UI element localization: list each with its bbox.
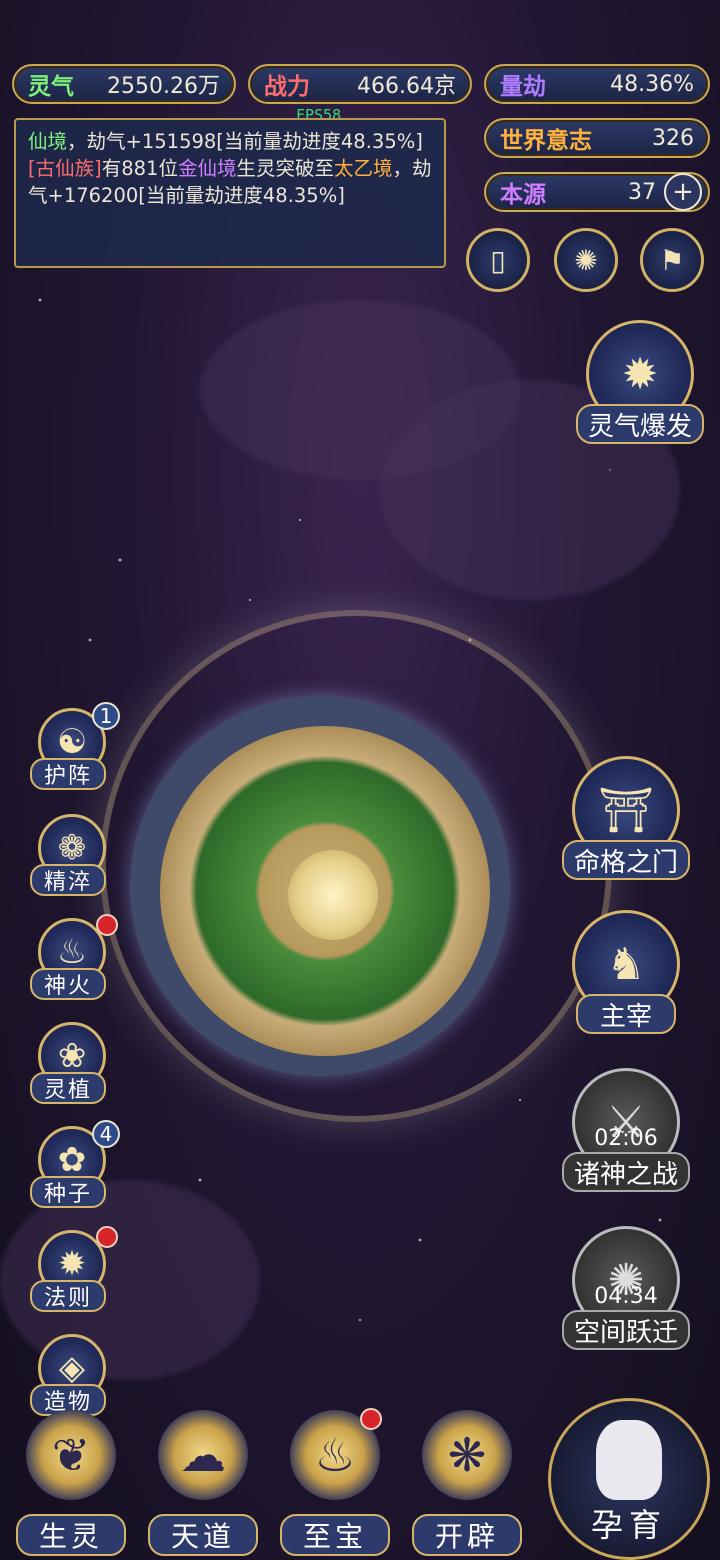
side-item-label: 精淬 (30, 864, 106, 896)
vortex-button[interactable]: ✺ (554, 228, 618, 292)
liangjie-value: 48.36% (610, 71, 694, 97)
side-item-shenhuo[interactable]: ♨ 神火 (30, 914, 118, 1018)
notification-dot (96, 1226, 118, 1248)
bottom-tab-kaipi[interactable]: ❋ 开辟 (408, 1410, 526, 1560)
burst-label: 灵气爆发 (576, 404, 704, 444)
liangjie-label: 量劫 (500, 74, 546, 100)
lingqi-label: 灵气 (28, 74, 74, 100)
log-realm: 仙境 (28, 130, 68, 153)
lingqi-resource: 灵气 2550.26万 (12, 64, 236, 104)
zhuzai-label: 主宰 (576, 994, 676, 1034)
space-jump-button[interactable]: ✺ 04:34 空间跃迁 (562, 1226, 692, 1356)
yunyu-button[interactable]: 孕育 (548, 1398, 710, 1560)
benyuan-right: 37 + (628, 173, 702, 211)
zhushen-timer: 02:06 (594, 1126, 658, 1151)
zhanli-value: 466.64京 (357, 74, 456, 99)
zhanli-resource: 战力 466.64京 (248, 64, 472, 104)
side-item-label: 种子 (30, 1176, 106, 1208)
bottom-tab-label: 生灵 (16, 1514, 126, 1556)
side-item-jingcui[interactable]: ❁ 精淬 (30, 814, 114, 914)
bottom-tab-zhibao[interactable]: ♨ 至宝 (276, 1408, 394, 1560)
side-item-zhongzi[interactable]: ✿ 4 种子 (30, 1120, 120, 1226)
flag-icon: ⚑ (659, 243, 685, 277)
side-item-label: 灵植 (30, 1072, 106, 1104)
side-item-faze[interactable]: ✹ 法则 (30, 1226, 118, 1330)
phoenix-icon: ❦ (26, 1410, 116, 1500)
count-badge: 4 (92, 1120, 120, 1148)
yunyu-label: 孕育 (590, 1506, 667, 1544)
card-icon: ▯ (490, 243, 506, 277)
benyuan-label: 本源 (500, 182, 546, 208)
liangjie-resource[interactable]: 量劫 48.36% (484, 64, 710, 104)
log-clan: [古仙族] (28, 157, 102, 180)
kongjian-timer: 04:34 (594, 1284, 658, 1309)
log-realm: 金仙境 (177, 157, 237, 180)
mingge-label: 命格之门 (562, 840, 690, 880)
lingqi-burst-button[interactable]: ✹ 灵气爆发 (576, 320, 706, 450)
bottom-tab-label: 天道 (148, 1514, 258, 1556)
log-realm: 太乙境 (333, 157, 393, 180)
zhushen-label: 诸神之战 (562, 1152, 690, 1192)
bottom-tab-tiandao[interactable]: ☁ 天道 (144, 1410, 262, 1560)
side-item-label: 神火 (30, 968, 106, 1000)
side-item-label: 护阵 (30, 758, 106, 790)
shijie-resource[interactable]: 世界意志 326 (484, 118, 710, 158)
mingge-gate-button[interactable]: ⛩ 命格之门 (562, 756, 692, 886)
bottom-tab-label: 至宝 (280, 1514, 390, 1556)
notification-dot (360, 1408, 382, 1430)
embryo-figure-icon (596, 1420, 662, 1500)
shijie-label: 世界意志 (500, 128, 592, 154)
count-badge: 1 (92, 702, 120, 730)
flag-button[interactable]: ⚑ (640, 228, 704, 292)
planet-core (288, 850, 378, 940)
side-item-label: 法则 (30, 1280, 106, 1312)
log-text: ，劫气+151598[当前量劫进度48.35%] (67, 130, 423, 153)
vortex-icon: ✺ (574, 243, 598, 277)
lingqi-value: 2550.26万 (107, 74, 220, 99)
zhanli-label: 战力 (264, 74, 310, 100)
bottom-tab-shengling[interactable]: ❦ 生灵 (12, 1410, 130, 1560)
notification-dot (96, 914, 118, 936)
zhuzai-button[interactable]: ♞ 主宰 (562, 910, 692, 1040)
side-item-lingzhi[interactable]: ❀ 灵植 (30, 1022, 114, 1122)
kongjian-label: 空间跃迁 (562, 1310, 690, 1350)
log-text: 生灵突破至 (236, 157, 334, 180)
add-benyuan-button[interactable]: + (664, 173, 702, 211)
bottom-tab-label: 开辟 (412, 1514, 522, 1556)
cloud-swirl-icon: ☁ (158, 1410, 248, 1500)
benyuan-resource: 本源 37 + (484, 172, 710, 212)
card-button[interactable]: ▯ (466, 228, 530, 292)
creation-fire-icon: ❋ (422, 1410, 512, 1500)
side-item-huzhen[interactable]: ☯ 1 护阵 (30, 702, 120, 808)
shijie-value: 326 (652, 125, 694, 151)
benyuan-value: 37 (628, 179, 656, 205)
event-log: 仙境，劫气+151598[当前量劫进度48.35%] [古仙族]有881位金仙境… (14, 118, 446, 268)
log-text: 有881位 (101, 157, 178, 180)
zhushen-war-button[interactable]: ⚔ 02:06 诸神之战 (562, 1068, 692, 1198)
